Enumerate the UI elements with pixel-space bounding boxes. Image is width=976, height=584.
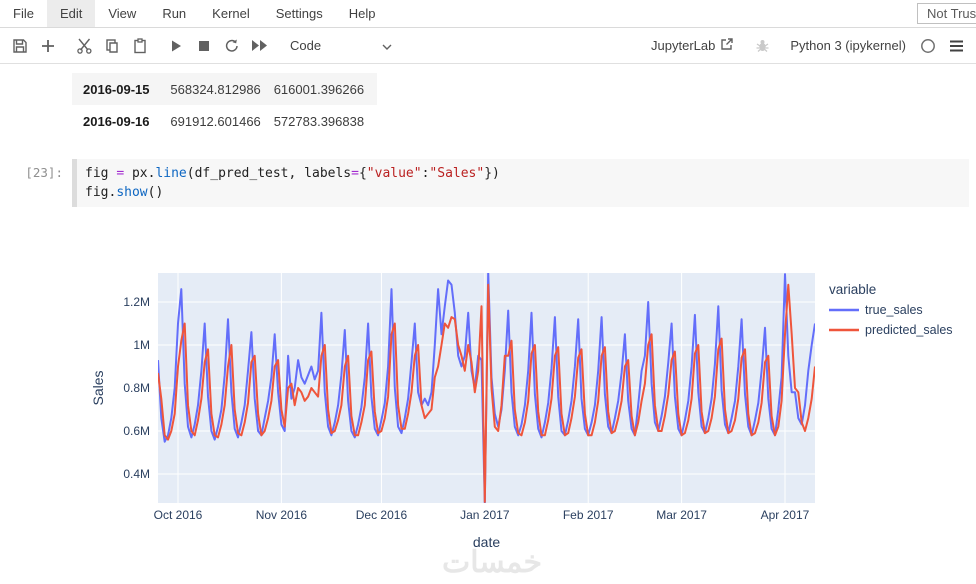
table-row: 2016-09-15 568324.812986 616001.396266 [72, 73, 377, 105]
restart-kernel-icon [224, 38, 240, 54]
menu-item-help[interactable]: Help [336, 0, 389, 27]
plot-background [158, 273, 815, 503]
row-value-2: 572783.396838 [273, 113, 365, 129]
x-tick-label: Oct 2016 [154, 508, 203, 522]
y-axis-title: Sales [90, 370, 106, 405]
x-axis-title: date [473, 534, 500, 550]
chevron-down-icon [382, 38, 392, 53]
kernel-status-button[interactable] [914, 34, 942, 58]
code-token: df_pred_test [194, 166, 289, 181]
external-link-icon [715, 37, 734, 54]
code-editor[interactable]: fig = px.line(df_pred_test, labels={"val… [72, 159, 969, 207]
watermark: خمسات [442, 546, 542, 579]
x-tick-label: Jan 2017 [460, 508, 510, 522]
menu-item-view[interactable]: View [95, 0, 149, 27]
cut-icon [76, 38, 93, 54]
y-tick-label: 0.4M [123, 467, 150, 481]
code-token: show [116, 185, 148, 200]
menu-item-edit[interactable]: Edit [46, 0, 96, 27]
add-cell-icon [41, 39, 55, 53]
copy-icon [104, 38, 120, 54]
code-token: line [155, 166, 187, 181]
row-value-2: 616001.396266 [273, 81, 365, 97]
code-token: px [131, 166, 148, 181]
jupyterlab-window: { "menu": { "items": [ {"label": "File"}… [0, 0, 976, 584]
x-tick-label: Nov 2016 [256, 508, 308, 522]
legend-item-predicted_sales[interactable]: predicted_sales [865, 323, 953, 337]
code-token: labels [304, 166, 352, 181]
cell-type-value: Code [290, 38, 322, 53]
row-value-1: 691912.601466 [170, 113, 261, 129]
code-token: "value" [366, 166, 422, 181]
trust-indicator-button[interactable]: Not Trus [917, 3, 976, 24]
debugger-button[interactable] [748, 34, 776, 58]
menu-item-file[interactable]: File [0, 0, 47, 27]
kernel-name[interactable]: Python 3 (ipykernel) [790, 38, 906, 53]
cell-execution-prompt: [23]: [25, 165, 63, 180]
y-tick-label: 1M [133, 338, 150, 352]
menu-item-run[interactable]: Run [149, 0, 199, 27]
copy-button[interactable] [98, 34, 126, 58]
series-line-predicted_sales [158, 283, 815, 503]
stop-icon [198, 40, 210, 52]
table-row: 2016-09-16 691912.601466 572783.396838 [72, 105, 377, 137]
run-all-icon [251, 39, 269, 52]
code-token: ( [186, 166, 195, 181]
hamburger-menu-icon [949, 40, 964, 52]
kernel-status-circle-icon [920, 38, 936, 54]
paste-icon [132, 37, 148, 54]
x-tick-label: Mar 2017 [656, 508, 707, 522]
cell-type-dropdown[interactable]: Code [284, 34, 398, 58]
run-all-button[interactable] [246, 34, 274, 58]
row-date: 2016-09-16 [83, 113, 150, 129]
code-token: ) [492, 166, 500, 181]
y-tick-label: 1.2M [123, 295, 150, 309]
code-token: = [116, 166, 125, 181]
y-tick-label: 0.6M [123, 424, 150, 438]
code-token: fig [85, 166, 109, 181]
row-date: 2016-09-15 [83, 81, 150, 97]
add-cell-button[interactable] [34, 34, 62, 58]
dataframe-output: 2016-09-15 568324.812986 616001.396266 2016… [72, 73, 377, 137]
code-token: ) [155, 185, 164, 200]
debugger-bug-icon [755, 38, 770, 53]
code-token: = [351, 166, 359, 181]
code-token: "Sales" [429, 166, 485, 181]
menu-item-settings[interactable]: Settings [263, 0, 336, 27]
y-tick-label: 0.8M [123, 381, 150, 395]
series-line-true_sales [158, 273, 815, 503]
legend-title: variable [829, 282, 876, 297]
row-value-1: 568324.812986 [170, 81, 261, 97]
toolbar-overflow-button[interactable] [942, 34, 970, 58]
code-line: fig = px.line(df_pred_test, labels={"val… [85, 164, 961, 183]
save-icon [12, 38, 28, 54]
stop-button[interactable] [190, 34, 218, 58]
jupyterlab-link[interactable]: JupyterLab [651, 37, 734, 54]
restart-kernel-button[interactable] [218, 34, 246, 58]
code-token: fig [85, 185, 109, 200]
menu-bar: File Edit View Run Kernel Settings Help … [0, 0, 976, 28]
save-button[interactable] [6, 34, 34, 58]
code-token: } [484, 166, 493, 181]
legend-item-true_sales[interactable]: true_sales [865, 303, 923, 317]
notebook-toolbar: Code JupyterLab Python 3 (ipykernel) [0, 28, 976, 64]
code-cell: [23]: fig = px.line(df_pred_test, labels… [0, 159, 976, 207]
code-token: { [358, 166, 367, 181]
x-tick-label: Apr 2017 [761, 508, 810, 522]
run-icon [169, 39, 183, 53]
paste-button[interactable] [126, 34, 154, 58]
jupyterlab-label: JupyterLab [651, 38, 716, 53]
x-tick-label: Dec 2016 [356, 508, 408, 522]
run-cell-button[interactable] [162, 34, 190, 58]
cut-button[interactable] [70, 34, 98, 58]
x-tick-label: Feb 2017 [563, 508, 614, 522]
menu-item-kernel[interactable]: Kernel [199, 0, 263, 27]
code-line: fig.show() [85, 183, 961, 202]
